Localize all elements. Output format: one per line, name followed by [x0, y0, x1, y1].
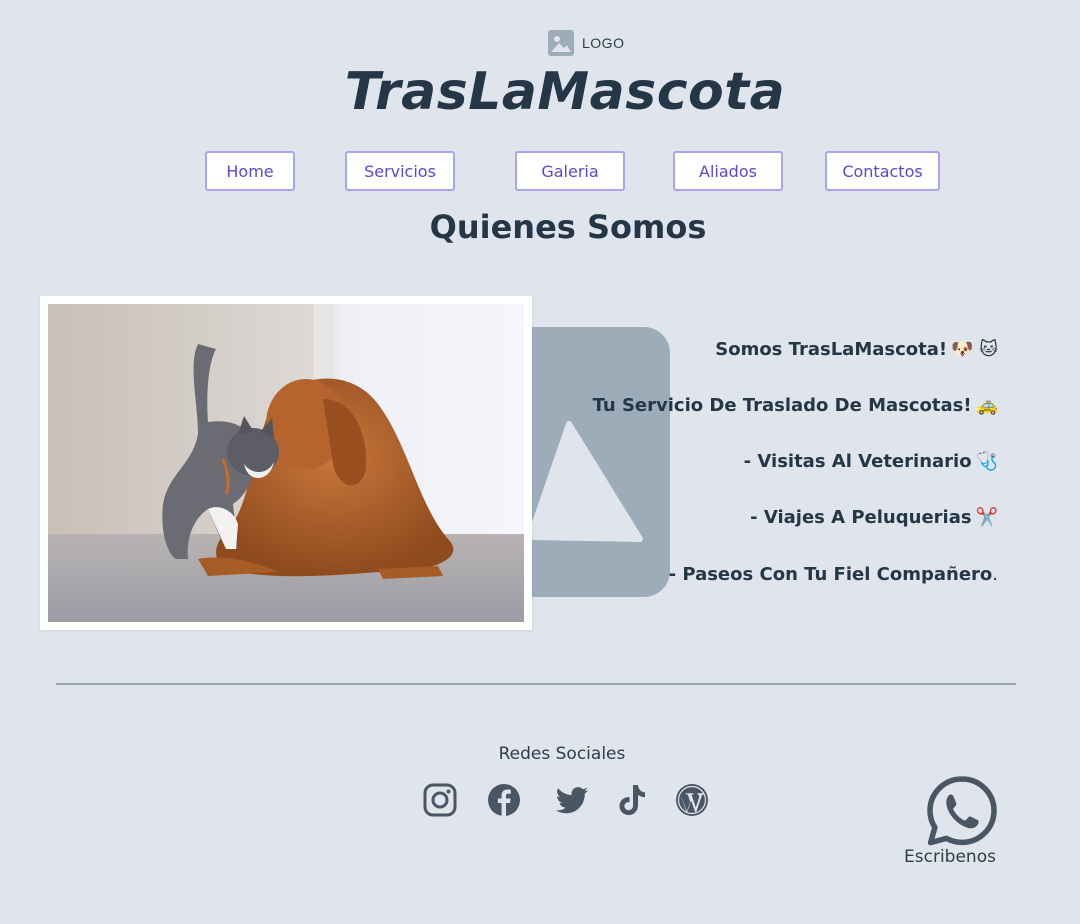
pets-photo [48, 304, 524, 622]
whatsapp-icon[interactable] [926, 775, 998, 847]
about-line: Tu Servicio De Traslado De Mascotas! 🚕 [593, 395, 998, 416]
divider [56, 683, 1016, 685]
about-line-text: - Paseos Con Tu Fiel Compañero [668, 564, 993, 585]
social-title: Redes Sociales [498, 744, 626, 764]
nav-contactos[interactable]: Contactos [825, 151, 940, 191]
section-title: Quienes Somos [429, 208, 707, 246]
facebook-icon[interactable] [486, 782, 522, 818]
logo: LOGO [548, 30, 624, 56]
scissors-emoji-icon: ✂️ [975, 507, 998, 528]
nav-home[interactable]: Home [205, 151, 295, 191]
whatsapp-label[interactable]: Escribenos [890, 847, 1010, 867]
stethoscope-emoji-icon: 🩺 [975, 451, 998, 472]
pets-photo-frame [40, 296, 532, 630]
nav-servicios[interactable]: Servicios [345, 151, 455, 191]
image-icon [548, 30, 574, 56]
taxi-emoji-icon: 🚕 [975, 395, 998, 416]
about-line: Somos TrasLaMascota! 🐶 🐱 [715, 339, 998, 360]
about-line-text: - Visitas Al Veterinario [743, 451, 972, 472]
about-line: - Viajes A Peluquerias ✂️ [750, 507, 998, 528]
instagram-icon[interactable] [422, 782, 458, 818]
logo-label: LOGO [582, 35, 625, 51]
nav-galeria[interactable]: Galeria [515, 151, 625, 191]
about-line: - Visitas Al Veterinario 🩺 [744, 451, 998, 472]
twitter-icon[interactable] [554, 782, 590, 818]
about-line-text: - Viajes A Peluquerias [750, 507, 972, 528]
about-line-text: Somos TrasLaMascota! [715, 339, 948, 360]
site-title: TrasLaMascota [344, 62, 786, 122]
dog-cat-emoji-icon: 🐶 🐱 [951, 339, 998, 360]
tiktok-icon[interactable] [614, 782, 650, 818]
about-line-period: . [992, 564, 998, 585]
about-line-text: Tu Servicio De Traslado De Mascotas! [592, 395, 972, 416]
about-line: - Paseos Con Tu Fiel Compañero . [669, 564, 998, 585]
wordpress-icon[interactable] [674, 782, 710, 818]
nav-aliados[interactable]: Aliados [673, 151, 783, 191]
